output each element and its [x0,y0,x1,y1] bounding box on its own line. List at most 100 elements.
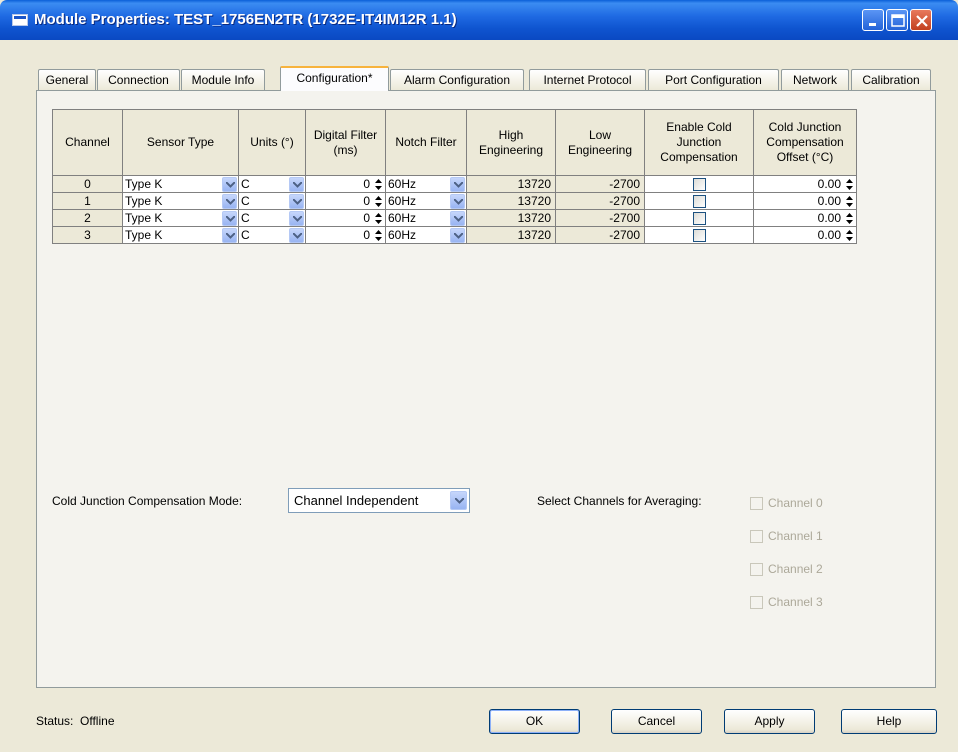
spin-updown-icon[interactable] [373,228,384,243]
high-engineering-value[interactable]: 13720 [466,226,556,244]
column-header-digital-filter: Digital Filter (ms) [305,109,386,176]
averaging-checkbox[interactable] [750,529,763,543]
enable-cjc-checkbox[interactable] [692,212,706,226]
cjc-offset-stepper[interactable]: 0.00 [754,193,856,209]
tab-internet-protocol[interactable]: Internet Protocol [529,69,646,90]
averaging-channel-1[interactable]: Channel 1 [750,529,823,543]
tab-alarm-configuration[interactable]: Alarm Configuration [390,69,524,90]
units-select[interactable]: C [239,193,305,209]
cjc-offset-value: 0.00 [817,211,841,225]
spin-updown-icon[interactable] [373,194,384,209]
digital-filter-stepper[interactable]: 0 [306,193,385,209]
low-engineering-value[interactable]: -2700 [555,192,645,210]
digital-filter-stepper[interactable]: 0 [306,210,385,226]
minimize-button[interactable] [862,9,884,31]
notch-filter-select[interactable]: 60Hz [386,210,466,226]
low-engineering-value[interactable]: -2700 [555,175,645,193]
sensor-type-select[interactable]: Type K [123,176,238,192]
tab-network[interactable]: Network [781,69,849,90]
digital-filter-value: 0 [363,211,370,225]
channel-number: 1 [52,192,123,210]
chevron-down-icon[interactable] [289,227,304,243]
window-app-icon [12,14,28,26]
low-engineering-value[interactable]: -2700 [555,226,645,244]
tab-calibration[interactable]: Calibration [851,69,931,90]
digital-filter-stepper[interactable]: 0 [306,227,385,243]
averaging-channel-0[interactable]: Channel 0 [750,496,823,510]
units-select[interactable]: C [239,176,305,192]
chevron-down-icon[interactable] [222,210,237,226]
chevron-down-icon[interactable] [222,227,237,243]
spin-updown-icon[interactable] [373,211,384,226]
chevron-down-icon[interactable] [450,491,467,510]
units-value: C [241,211,250,225]
chevron-down-icon[interactable] [222,176,237,192]
notch-filter-select[interactable]: 60Hz [386,193,466,209]
notch-filter-value: 60Hz [388,211,417,225]
chevron-down-icon[interactable] [450,210,465,226]
ok-button[interactable]: OK [489,709,580,734]
column-header-units: Units (°) [238,109,306,176]
table-row: 1 Type K C 0 60Hz 13720 -2700 0.00 [52,192,857,210]
averaging-checkbox[interactable] [750,562,763,576]
sensor-type-select[interactable]: Type K [123,210,238,226]
tab-configuration[interactable]: Configuration* [280,66,389,91]
spin-updown-icon[interactable] [373,177,384,192]
spin-updown-icon[interactable] [844,228,855,243]
units-select[interactable]: C [239,227,305,243]
cancel-button[interactable]: Cancel [611,709,702,734]
chevron-down-icon[interactable] [450,176,465,192]
enable-cjc-checkbox[interactable] [692,195,706,209]
enable-cjc-checkbox[interactable] [692,229,706,243]
chevron-down-icon[interactable] [289,193,304,209]
enable-cjc-checkbox[interactable] [692,178,706,192]
close-button[interactable] [910,9,932,31]
cjc-offset-value: 0.00 [817,228,841,242]
high-engineering-value[interactable]: 13720 [466,209,556,227]
help-button[interactable]: Help [841,709,937,734]
cjc-offset-stepper[interactable]: 0.00 [754,210,856,226]
tab-connection[interactable]: Connection [97,69,180,90]
sensor-type-select[interactable]: Type K [123,227,238,243]
spin-updown-icon[interactable] [844,194,855,209]
digital-filter-stepper[interactable]: 0 [306,176,385,192]
notch-filter-select[interactable]: 60Hz [386,227,466,243]
averaging-channel-3[interactable]: Channel 3 [750,595,823,609]
column-header-cjc-offset: Cold Junction Compensation Offset (°C) [753,109,857,176]
title-bar[interactable]: Module Properties: TEST_1756EN2TR (1732E… [0,0,958,40]
tab-port-configuration[interactable]: Port Configuration [648,69,779,90]
sensor-type-value: Type K [125,228,163,242]
sensor-type-select[interactable]: Type K [123,193,238,209]
digital-filter-value: 0 [363,194,370,208]
averaging-checkbox[interactable] [750,595,763,609]
units-value: C [241,228,250,242]
table-row: 0 Type K C 0 60Hz 13720 -2700 0.00 [52,175,857,193]
notch-filter-select[interactable]: 60Hz [386,176,466,192]
averaging-checkbox[interactable] [750,496,763,510]
chevron-down-icon[interactable] [289,176,304,192]
cjc-offset-stepper[interactable]: 0.00 [754,176,856,192]
spin-updown-icon[interactable] [844,177,855,192]
chevron-down-icon[interactable] [289,210,304,226]
spin-updown-icon[interactable] [844,211,855,226]
tab-general[interactable]: General [38,69,96,90]
high-engineering-value[interactable]: 13720 [466,192,556,210]
averaging-channel-2[interactable]: Channel 2 [750,562,823,576]
tab-module-info[interactable]: Module Info [181,69,265,90]
apply-button[interactable]: Apply [724,709,815,734]
cjc-offset-value: 0.00 [817,177,841,191]
units-select[interactable]: C [239,210,305,226]
maximize-button[interactable] [886,9,908,31]
high-engineering-value[interactable]: 13720 [466,175,556,193]
table-header-row: Channel Sensor Type Units (°) Digital Fi… [52,109,857,176]
chevron-down-icon[interactable] [222,193,237,209]
sensor-type-value: Type K [125,211,163,225]
close-icon [916,15,928,27]
chevron-down-icon[interactable] [450,193,465,209]
cjc-mode-select[interactable]: Channel Independent [288,488,470,513]
column-header-high-engineering: High Engineering [466,109,556,176]
low-engineering-value[interactable]: -2700 [555,209,645,227]
cjc-offset-stepper[interactable]: 0.00 [754,227,856,243]
chevron-down-icon[interactable] [450,227,465,243]
notch-filter-value: 60Hz [388,194,417,208]
